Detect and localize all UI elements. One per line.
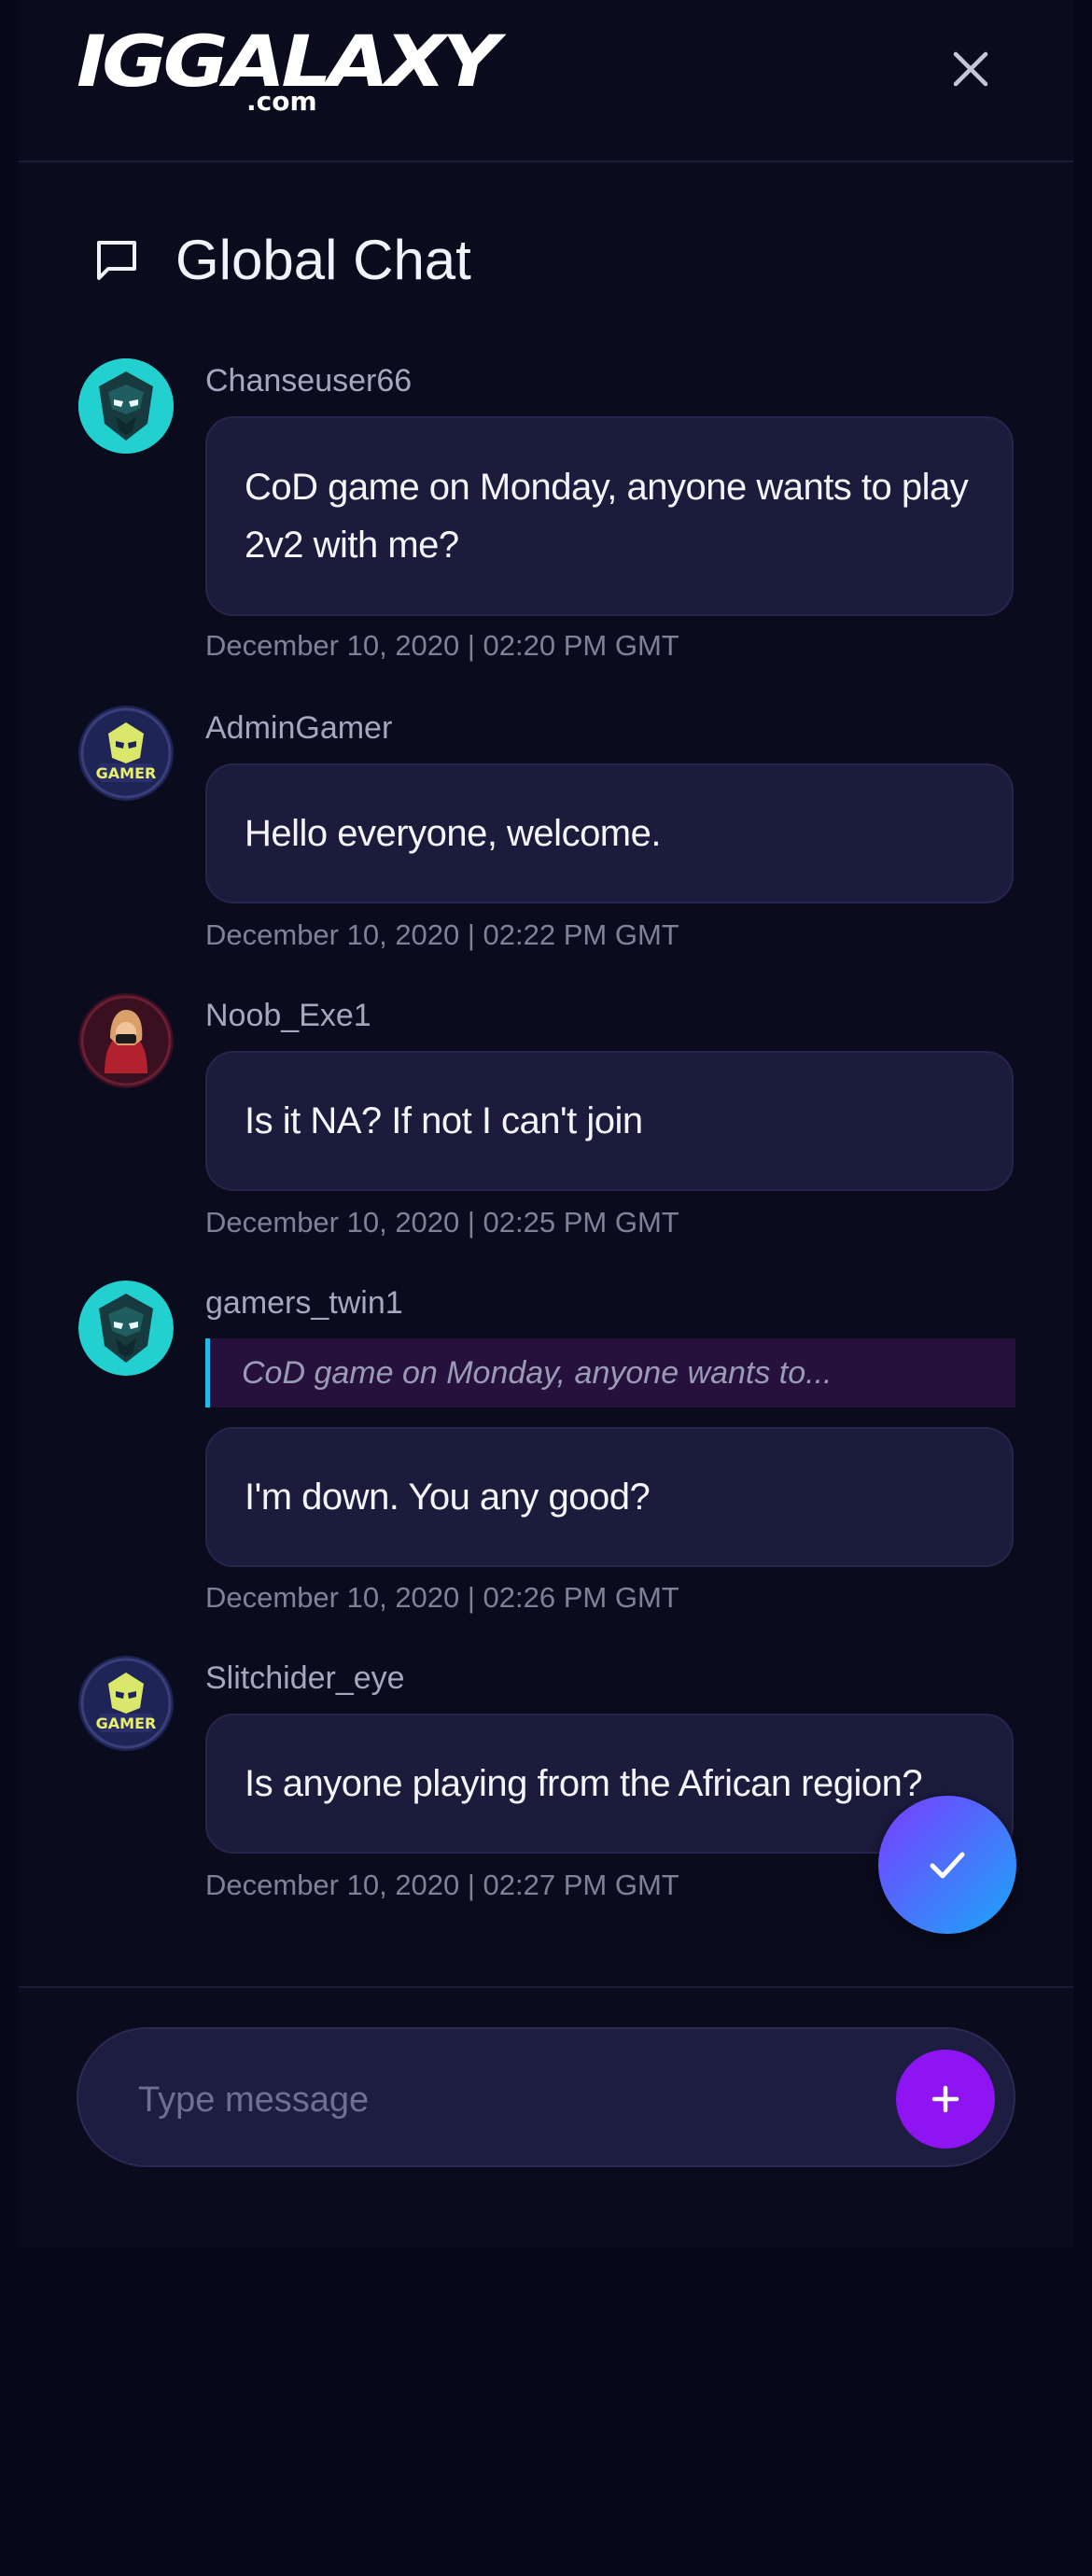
message-username[interactable]: gamers_twin1 (205, 1284, 403, 1322)
confirm-fab-button[interactable] (878, 1796, 1016, 1934)
message-bubble: Hello everyone, welcome. (205, 763, 1014, 903)
message-text: Hello everyone, welcome. (245, 813, 662, 854)
logo-tld-text: .com (246, 86, 317, 117)
checkmark-icon (930, 1852, 965, 1879)
page-title: Global Chat (175, 229, 471, 291)
message-input[interactable] (136, 2066, 887, 2134)
message-text: I'm down. You any good? (245, 1477, 651, 1518)
message-username[interactable]: Chanseuser66 (205, 362, 412, 399)
add-button[interactable] (896, 2050, 995, 2149)
chat-panel: IGGALAXY .com Global Chat Chanseuser66 C… (19, 0, 1073, 2247)
message-timestamp: December 10, 2020 | 02:20 PM GMT (205, 629, 679, 662)
message-composer (77, 2027, 1015, 2167)
chat-bubble-icon (97, 241, 136, 280)
plus-icon (931, 2085, 959, 2113)
message-text: CoD game on Monday, anyone wants to play… (245, 467, 969, 566)
message-username[interactable]: AdminGamer (205, 709, 392, 747)
avatar-badge-text: GAMER (96, 764, 157, 782)
helmet-avatar-icon[interactable] (78, 358, 174, 454)
close-icon (953, 51, 988, 87)
message-timestamp: December 10, 2020 | 02:22 PM GMT (205, 918, 679, 951)
message-timestamp: December 10, 2020 | 02:26 PM GMT (205, 1581, 679, 1614)
avatar-badge-text: GAMER (96, 1715, 157, 1732)
helmet-avatar-icon[interactable] (78, 1281, 174, 1376)
composer-divider (19, 1986, 1073, 1988)
chat-title-row: Global Chat (77, 224, 730, 299)
close-button[interactable] (943, 41, 999, 97)
message-bubble: Is it NA? If not I can't join (205, 1051, 1014, 1191)
reply-quote[interactable]: CoD game on Monday, anyone wants to... (205, 1338, 1015, 1407)
message-username[interactable]: Slitchider_eye (205, 1659, 405, 1697)
hooded-figure-avatar-icon[interactable] (78, 993, 174, 1088)
gamer-badge-avatar-icon[interactable]: GAMER (78, 1656, 174, 1751)
gamer-badge-avatar-icon[interactable]: GAMER (78, 706, 174, 801)
message-bubble: CoD game on Monday, anyone wants to play… (205, 416, 1014, 616)
message-username[interactable]: Noob_Exe1 (205, 997, 371, 1034)
reply-quote-text: CoD game on Monday, anyone wants to... (242, 1354, 833, 1391)
message-text: Is it NA? If not I can't join (245, 1100, 643, 1141)
message-bubble: I'm down. You any good? (205, 1427, 1014, 1567)
header: IGGALAXY .com (19, 0, 1073, 162)
message-timestamp: December 10, 2020 | 02:25 PM GMT (205, 1206, 679, 1239)
message-text: Is anyone playing from the African regio… (245, 1763, 923, 1804)
site-logo[interactable]: IGGALAXY .com (77, 26, 499, 117)
message-timestamp: December 10, 2020 | 02:27 PM GMT (205, 1869, 679, 1901)
